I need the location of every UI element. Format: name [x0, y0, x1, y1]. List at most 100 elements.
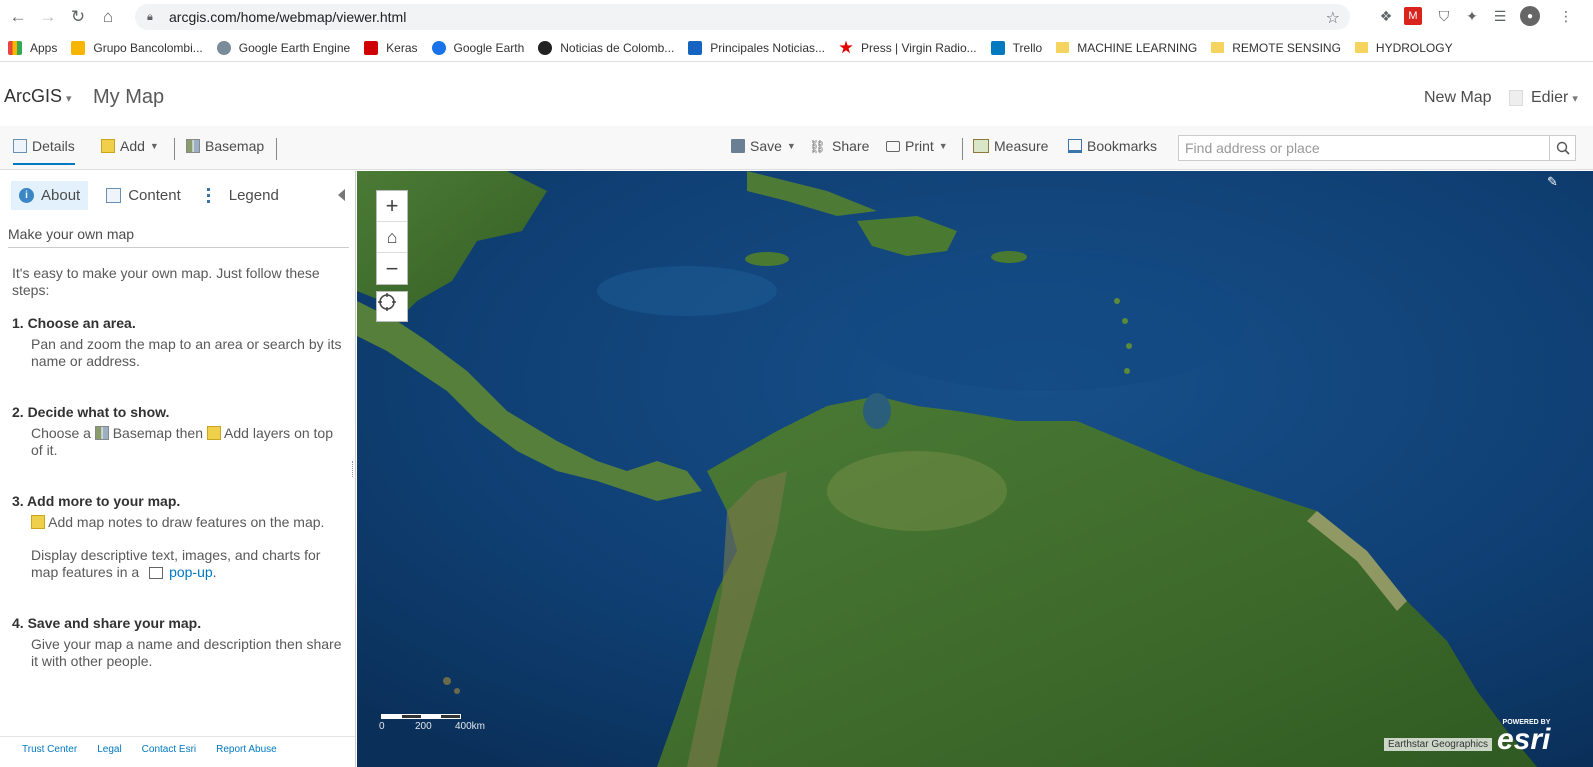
bookmark-earth-engine[interactable]: Google Earth Engine — [216, 40, 351, 55]
step-1: 1. Choose an area. Pan and zoom the map … — [12, 315, 342, 370]
bookmark-virgin-radio[interactable]: Press | Virgin Radio... — [839, 40, 977, 55]
bookmark-trello[interactable]: Trello — [990, 40, 1043, 55]
new-map-button[interactable]: New Map — [1424, 89, 1492, 107]
lock-icon: 🔒︎ — [147, 11, 153, 23]
share-button[interactable]: ⛓ Share — [809, 138, 869, 154]
bookmark-label: Noticias de Colomb... — [560, 40, 675, 55]
map-view[interactable]: + ⌂ − ✎ 0 200 400km Earthstar Geographic… — [357, 171, 1593, 767]
back-icon[interactable]: ← — [6, 5, 30, 29]
bookmark-folder-rs[interactable]: REMOTE SENSING — [1211, 41, 1341, 55]
chevron-down-icon: ▼ — [149, 141, 159, 151]
step-text-part: . — [212, 564, 217, 580]
toolbar-divider — [174, 138, 175, 160]
zoom-controls: + ⌂ − — [376, 190, 408, 285]
extensions-icon[interactable]: ✦ — [1462, 6, 1482, 26]
tab-label: Legend — [228, 187, 279, 204]
bookmark-label: Google Earth — [453, 40, 525, 55]
bookmark-google-earth[interactable]: Google Earth — [431, 40, 525, 55]
popup-link[interactable]: pop-up — [169, 564, 213, 580]
details-button[interactable]: Details — [13, 138, 75, 165]
noticias-icon — [538, 40, 553, 55]
measure-button[interactable]: Measure — [973, 138, 1048, 154]
menu-icon[interactable]: ⋮ — [1556, 6, 1576, 26]
footer-link-trust-center[interactable]: Trust Center — [22, 744, 77, 755]
media-icon[interactable]: ☰ — [1490, 6, 1510, 26]
details-panel: i About Content Legend Make your own map… — [0, 171, 356, 767]
step-text-part: Choose a — [31, 425, 91, 441]
search-box: Find address or place — [1178, 135, 1576, 161]
tab-legend[interactable]: Legend — [199, 181, 287, 210]
arcgis-menu[interactable]: ArcGIS ▾ — [4, 86, 72, 107]
bookmark-folder-hydrology[interactable]: HYDROLOGY — [1354, 41, 1453, 55]
user-name: Edier — [1531, 89, 1569, 106]
basemap-label: Basemap — [205, 138, 265, 154]
panel-tabs: i About Content Legend — [11, 181, 297, 210]
footer-link-legal[interactable]: Legal — [97, 744, 121, 755]
profile-avatar[interactable]: ● — [1520, 6, 1540, 26]
footer-link-report-abuse[interactable]: Report Abuse — [216, 744, 277, 755]
toolbar-divider — [276, 138, 277, 160]
print-button[interactable]: Print ▼ — [886, 138, 948, 154]
bookmarks-button[interactable]: Bookmarks — [1068, 138, 1157, 154]
bookmark-apps[interactable]: Apps — [8, 40, 58, 55]
intro-text: It's easy to make your own map. Just fol… — [12, 265, 320, 298]
basemap-button[interactable]: Basemap — [186, 138, 264, 154]
bookmark-star-icon[interactable]: ☆ — [1326, 8, 1340, 28]
folder-icon — [1056, 42, 1070, 53]
locate-icon[interactable] — [376, 291, 408, 322]
bookmark-bancolombia[interactable]: Grupo Bancolombi... — [71, 40, 203, 55]
esri-wordmark: esri — [1497, 723, 1551, 756]
legend-icon — [206, 188, 222, 203]
footer-divider — [0, 736, 355, 737]
add-button[interactable]: Add ▼ — [101, 138, 159, 154]
share-label: Share — [832, 138, 870, 154]
step-text-part: Basemap then — [112, 425, 204, 441]
step-text: Choose a Basemap then Add layers on top … — [31, 425, 342, 459]
address-bar[interactable]: 🔒︎ arcgis.com/home/webmap/viewer.html ☆ — [135, 4, 1350, 30]
save-button[interactable]: Save ▼ — [731, 138, 796, 154]
map-notes-icon — [31, 515, 45, 529]
mendeley-icon[interactable]: M — [1404, 7, 1422, 25]
print-icon — [886, 140, 900, 152]
tab-about[interactable]: i About — [11, 181, 89, 210]
panel-resize-handle[interactable] — [352, 461, 354, 477]
home-icon[interactable]: ⌂ — [96, 5, 120, 29]
footer-link-contact-esri[interactable]: Contact Esri — [142, 744, 196, 755]
scale-labels: 0 200 400km — [379, 719, 511, 732]
tab-label: Content — [128, 187, 181, 204]
search-input[interactable]: Find address or place — [1185, 140, 1549, 156]
dropbox-icon[interactable]: ❖ — [1376, 6, 1396, 26]
reload-icon[interactable]: ↻ — [66, 5, 90, 29]
bookmark-label: Apps — [30, 40, 58, 55]
edit-map-icon[interactable]: ✎ — [1547, 174, 1563, 190]
user-menu[interactable]: Edier ▾ — [1509, 89, 1578, 107]
bookmark-folder-ml[interactable]: MACHINE LEARNING — [1056, 41, 1197, 55]
chevron-down-icon: ▼ — [786, 141, 796, 151]
shield-icon[interactable]: ⛉ — [1434, 6, 1454, 26]
attribution: Earthstar Geographics — [1384, 738, 1493, 751]
bookmark-keras[interactable]: Keras — [364, 40, 418, 55]
chevron-down-icon: ▾ — [66, 93, 72, 105]
step-text-part: Add map notes to draw features on the ma… — [48, 514, 325, 530]
tab-content[interactable]: Content — [98, 181, 189, 210]
url-text[interactable]: arcgis.com/home/webmap/viewer.html — [169, 9, 406, 25]
search-icon[interactable] — [1549, 136, 1575, 160]
about-content: It's easy to make your own map. Just fol… — [12, 265, 342, 670]
collapse-panel-icon[interactable] — [338, 189, 345, 201]
basemap-icon — [94, 426, 109, 440]
bookmark-label: Trello — [1012, 40, 1043, 55]
page-title: My Map — [93, 86, 165, 108]
bookmark-label: Google Earth Engine — [238, 40, 351, 55]
forward-icon[interactable]: → — [36, 5, 60, 29]
zoom-out-icon[interactable]: − — [377, 253, 407, 284]
scale-label: 200 — [415, 721, 432, 732]
home-extent-icon[interactable]: ⌂ — [377, 222, 407, 253]
zoom-in-icon[interactable]: + — [377, 191, 407, 222]
map-toolbar: Details Add ▼ Basemap Save ▼ ⛓ Share Pri… — [0, 126, 1593, 170]
add-label: Add — [120, 138, 145, 154]
browser-toolbar: ← → ↻ ⌂ 🔒︎ arcgis.com/home/webmap/viewer… — [0, 0, 1593, 34]
print-label: Print — [905, 138, 934, 154]
tab-label: About — [41, 187, 81, 204]
bookmark-noticias-colombia[interactable]: Noticias de Colomb... — [538, 40, 675, 55]
bookmark-principales-noticias[interactable]: Principales Noticias... — [688, 40, 825, 55]
